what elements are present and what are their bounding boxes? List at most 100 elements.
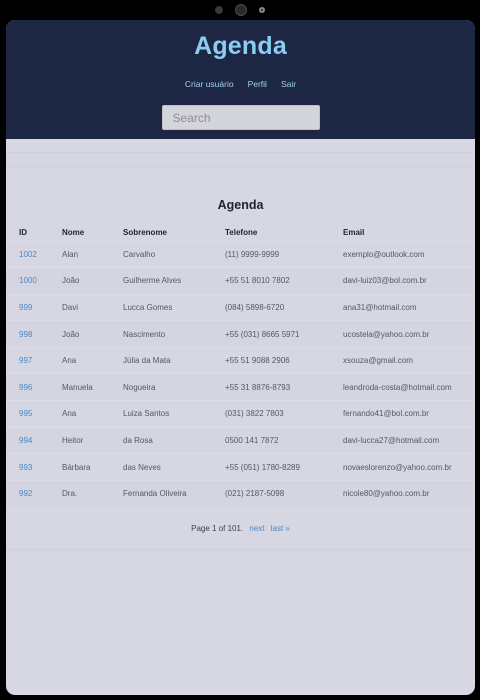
cell-id: 999 (6, 293, 62, 321)
table-row: 1000 João Guilherme Alves +55 51 8010 7802 d… (6, 267, 475, 295)
cell-nome: Bárbara (62, 453, 123, 481)
cell-nome: Ana (62, 400, 123, 428)
cell-sobrenome: das Neves (123, 453, 225, 481)
table-row: 996 Manuela Nogueira +55 31 8876-8793 leandr… (6, 373, 475, 401)
table-row: 992 Dra. Fernanda Oliveira (021) 2187-5098 n… (6, 479, 475, 507)
cell-nome: João (62, 320, 123, 348)
cell-id: 996 (6, 373, 62, 401)
cell-telefone: (11) 9999-9999 (225, 240, 343, 268)
contact-id-link[interactable]: 1000 (19, 276, 37, 285)
contact-id-link[interactable]: 992 (19, 489, 32, 498)
pagination: Page 1 of 101. next last » (6, 524, 475, 533)
cell-email: davi-lucca27@hotmail.com (343, 426, 475, 454)
table-header-row: ID Nome Sobrenome Telefone Email (6, 225, 475, 241)
cell-nome: Manuela (62, 373, 123, 401)
table-row: 998 João Nascimento +55 (031) 8665 5971 ucos… (6, 320, 475, 348)
table-row: 1002 Alan Carvalho (11) 9999-9999 exemplo@ou… (6, 240, 475, 268)
camera-lens-icon (235, 4, 247, 16)
cell-telefone: +55 51 8010 7802 (225, 267, 343, 295)
cell-id: 997 (6, 346, 62, 374)
camera-sensor-icon (259, 7, 265, 13)
table-row: 993 Bárbara das Neves +55 (051) 1780-8289 no… (6, 453, 475, 481)
contact-id-link[interactable]: 996 (19, 383, 32, 392)
table-row: 994 Heitor da Rosa 0500 141 7872 davi-lucca2… (6, 426, 475, 454)
cell-email: davi-luiz03@bol.com.br (343, 267, 475, 295)
contact-id-link[interactable]: 993 (19, 463, 32, 472)
cell-email: ucostela@yahoo.com.br (343, 320, 475, 348)
app-title: Agenda (194, 32, 287, 60)
contact-id-link[interactable]: 999 (19, 303, 32, 312)
cell-sobrenome: Lucca Gomes (123, 293, 225, 321)
cell-telefone: +55 (031) 8665 5971 (225, 320, 343, 348)
search-input[interactable] (161, 105, 320, 130)
app-screen: Agenda Criar usuário Perfil Sair Agenda … (6, 20, 475, 695)
cell-email: leandroda-costa@hotmail.com (343, 373, 475, 401)
cell-telefone: (021) 2187-5098 (225, 479, 343, 507)
cell-sobrenome: Nascimento (123, 320, 225, 348)
cell-sobrenome: Nogueira (123, 373, 225, 401)
cell-id: 992 (6, 479, 62, 507)
contacts-table: ID Nome Sobrenome Telefone Email 1002 Ala… (6, 225, 475, 507)
cell-email: novaeslorenzo@yahoo.com.br (343, 453, 475, 481)
top-nav: Criar usuário Perfil Sair (6, 79, 475, 89)
cell-nome: João (62, 267, 123, 295)
contact-id-link[interactable]: 1002 (19, 250, 37, 259)
contacts-card: Agenda ID Nome Sobrenome Telefone Email … (6, 180, 475, 550)
table-body: 1002 Alan Carvalho (11) 9999-9999 exemplo@ou… (6, 240, 475, 507)
table-row: 997 Ana Júlia da Mata +55 51 9088 2906 xsouz… (6, 346, 475, 374)
divider (6, 152, 475, 153)
cell-telefone: (084) 5898-6720 (225, 293, 343, 321)
column-header-email: Email (343, 228, 365, 238)
contact-id-link[interactable]: 998 (19, 330, 32, 339)
cell-id: 1002 (6, 240, 62, 268)
next-page-link[interactable]: next (249, 524, 264, 533)
cell-telefone: (031) 3822 7803 (225, 400, 343, 428)
cell-email: fernando41@bol.com.br (343, 400, 475, 428)
sensor-dot-icon (215, 6, 223, 14)
table-title: Agenda (217, 198, 264, 212)
cell-sobrenome: Guilherme Alves (123, 267, 225, 295)
cell-sobrenome: Júlia da Mata (123, 346, 225, 374)
device-camera-bar (0, 0, 480, 20)
table-row: 999 Davi Lucca Gomes (084) 5898-6720 ana31@h… (6, 293, 475, 321)
column-header-nome: Nome (62, 228, 85, 238)
cell-nome: Alan (62, 240, 123, 268)
cell-telefone: 0500 141 7872 (225, 426, 343, 454)
pagination-status: Page 1 of 101. (191, 523, 244, 533)
cell-id: 995 (6, 400, 62, 428)
cell-telefone: +55 (051) 1780-8289 (225, 453, 343, 481)
cell-email: ana31@hotmail.com (343, 293, 475, 321)
column-header-telefone: Telefone (225, 228, 258, 238)
cell-telefone: +55 51 9088 2906 (225, 346, 343, 374)
cell-nome: Davi (62, 293, 123, 321)
cell-nome: Heitor (62, 426, 123, 454)
cell-sobrenome: Fernanda Oliveira (123, 479, 225, 507)
nav-link-perfil[interactable]: Perfil (248, 79, 267, 89)
divider (6, 166, 475, 167)
divider (6, 548, 475, 550)
cell-nome: Ana (62, 346, 123, 374)
contact-id-link[interactable]: 997 (19, 356, 32, 365)
last-page-link[interactable]: last » (271, 524, 290, 533)
column-header-id: ID (19, 228, 27, 238)
cell-nome: Dra. (62, 479, 123, 507)
search-wrap (6, 105, 475, 130)
cell-sobrenome: Luiza Santos (123, 400, 225, 428)
cell-sobrenome: da Rosa (123, 426, 225, 454)
nav-link-sair[interactable]: Sair (281, 79, 296, 89)
cell-id: 994 (6, 426, 62, 454)
cell-id: 993 (6, 453, 62, 481)
cell-email: nicole80@yahoo.com.br (343, 479, 475, 507)
separator-bands (6, 139, 475, 180)
cell-id: 998 (6, 320, 62, 348)
column-header-sobrenome: Sobrenome (123, 228, 168, 238)
table-row: 995 Ana Luiza Santos (031) 3822 7803 fernand… (6, 400, 475, 428)
contact-id-link[interactable]: 995 (19, 409, 32, 418)
app-header: Agenda Criar usuário Perfil Sair (6, 20, 475, 139)
cell-sobrenome: Carvalho (123, 240, 225, 268)
cell-email: xsouza@gmail.com (343, 346, 475, 374)
cell-email: exemplo@outlook.com (343, 240, 475, 268)
contact-id-link[interactable]: 994 (19, 436, 32, 445)
nav-link-criar-usuario[interactable]: Criar usuário (185, 79, 234, 89)
cell-telefone: +55 31 8876-8793 (225, 373, 343, 401)
